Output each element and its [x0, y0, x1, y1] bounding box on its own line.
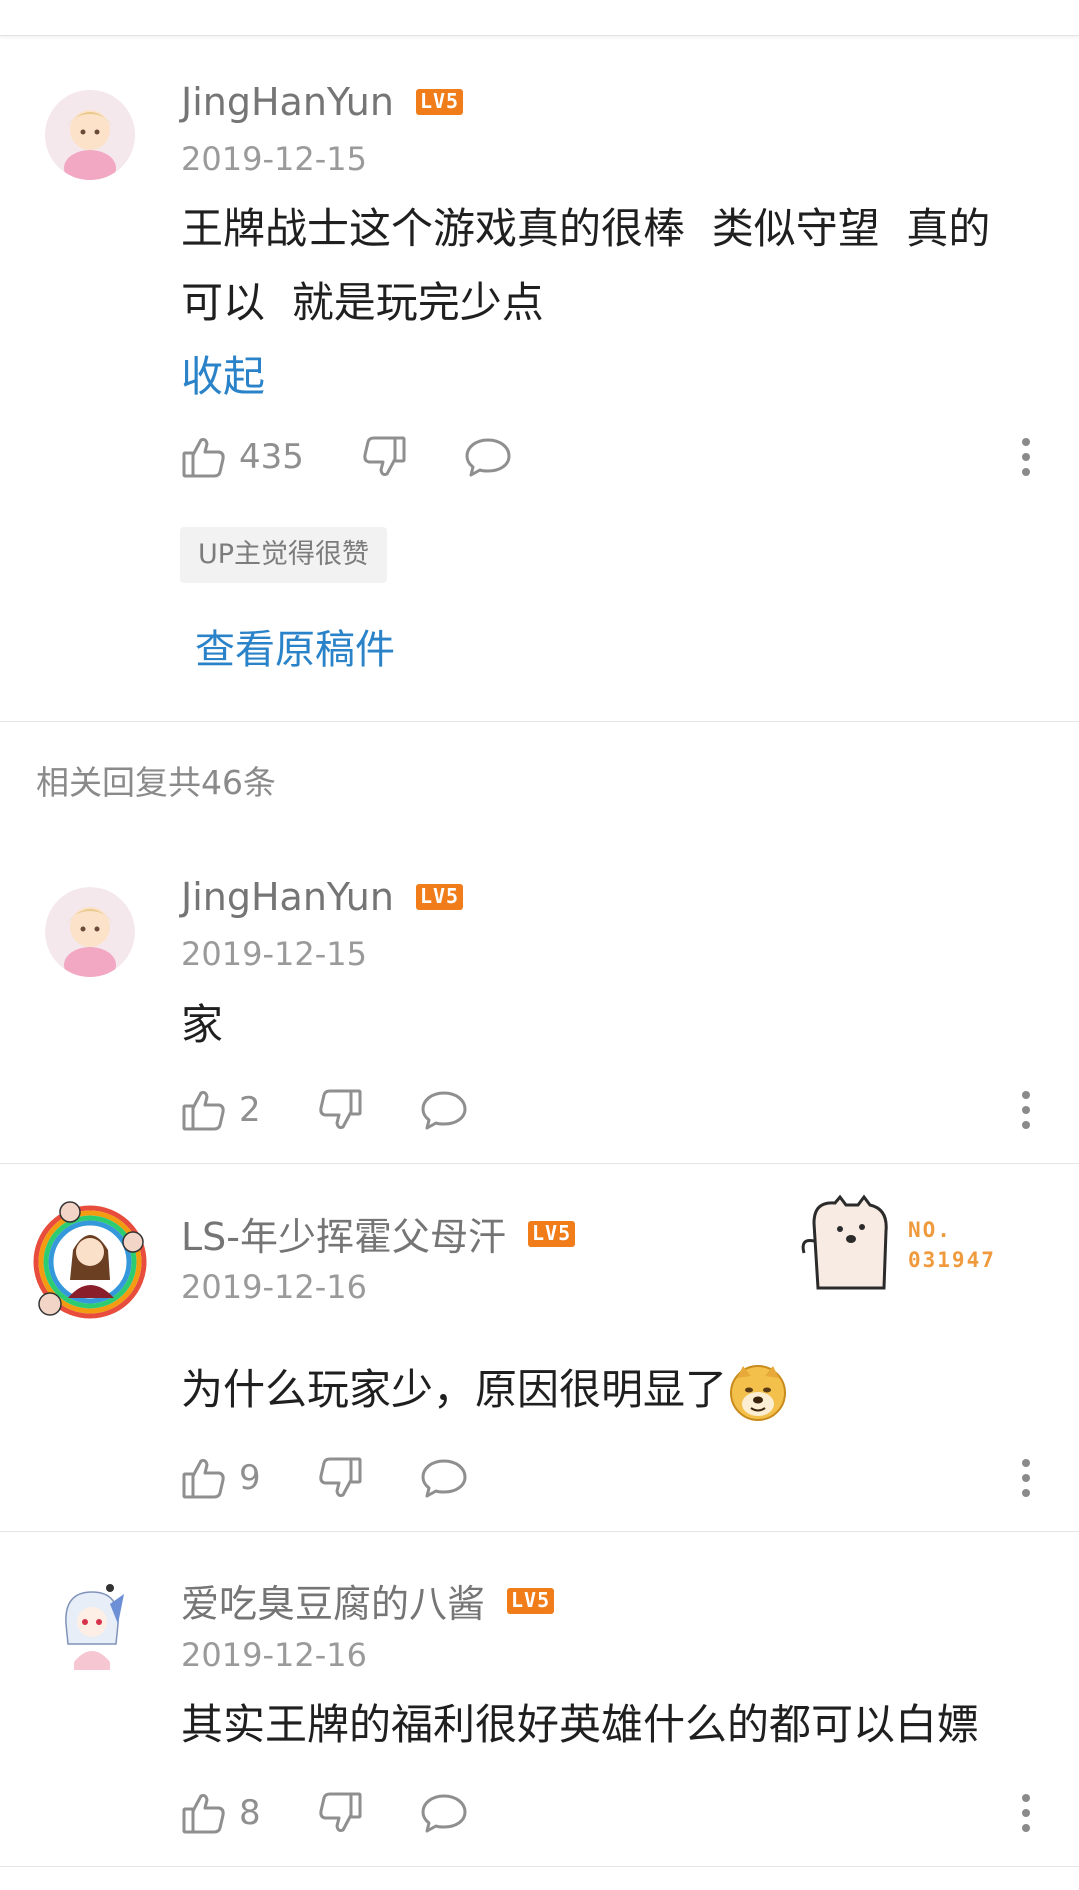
decoration-number: NO. 031947 — [908, 1215, 996, 1275]
avatar[interactable] — [45, 90, 135, 180]
up-liked-badge: UP主觉得很赞 — [180, 527, 388, 583]
username[interactable]: JingHanYun LV5 — [181, 875, 464, 919]
like-count: 8 — [239, 1793, 261, 1833]
dislike-button[interactable] — [317, 1783, 363, 1843]
reply-button[interactable] — [420, 1448, 468, 1508]
more-vertical-icon — [1022, 1459, 1030, 1497]
thumbs-down-icon — [319, 1089, 362, 1129]
like-button[interactable]: 9 — [181, 1448, 261, 1508]
collapse-link[interactable]: 收起 — [181, 343, 265, 404]
thumbs-down-icon — [319, 1792, 362, 1832]
comment-date: 2019-12-15 — [181, 140, 367, 178]
reply-button[interactable] — [464, 427, 512, 487]
comment-text: 其实王牌的福利很好英雄什么的都可以白嫖 — [181, 1700, 980, 1749]
comment-bubble-icon — [465, 438, 511, 477]
doge-emoji-icon — [729, 1364, 787, 1422]
username[interactable]: 爱吃臭豆腐的八酱 LV5 — [181, 1573, 555, 1628]
decoration-card: NO. 031947 — [800, 1193, 1030, 1303]
divider — [0, 1866, 1079, 1867]
comment-bubble-icon — [421, 1794, 467, 1833]
level-badge: LV5 — [507, 1587, 555, 1614]
level-badge: LV5 — [415, 884, 464, 910]
more-button[interactable] — [1011, 1080, 1041, 1140]
reply-button[interactable] — [420, 1783, 468, 1843]
cat-mascot-icon — [801, 1194, 888, 1290]
comment-text: 为什么玩家少，原因很明显了 — [181, 1353, 1041, 1427]
comment-actions: 2 — [181, 1080, 1041, 1140]
username[interactable]: JingHanYun LV5 — [181, 80, 464, 124]
more-vertical-icon — [1022, 438, 1030, 476]
comment-bubble-icon — [421, 1091, 467, 1130]
comment-date: 2019-12-16 — [181, 1636, 367, 1674]
thumbs-up-icon — [182, 1091, 225, 1131]
decoration-no-label: NO. — [908, 1218, 952, 1242]
comment-date: 2019-12-15 — [181, 935, 367, 973]
decoration-no-value: 031947 — [908, 1248, 996, 1272]
more-button[interactable] — [1011, 1783, 1041, 1843]
thumbs-down-icon — [319, 1457, 362, 1497]
more-vertical-icon — [1022, 1091, 1030, 1129]
username-text[interactable]: LS-年少挥霍父母汗 — [181, 1206, 506, 1261]
more-button[interactable] — [1011, 1448, 1041, 1508]
like-count: 2 — [239, 1090, 261, 1130]
comment-text-content: 为什么玩家少，原因很明显了 — [181, 1365, 728, 1414]
view-source-link[interactable]: 查看原稿件 — [195, 617, 395, 675]
avatar[interactable] — [45, 887, 135, 977]
comment-text: 王牌战士这个游戏真的很棒 类似守望 真的 可以 就是玩完少点 — [181, 192, 1041, 340]
reply-button[interactable] — [420, 1080, 468, 1140]
avatar[interactable] — [52, 1584, 132, 1676]
thumbs-down-icon — [363, 436, 406, 476]
thumbs-up-icon — [182, 1459, 225, 1499]
comment-actions: 8 — [181, 1783, 1041, 1843]
comment-bubble-icon — [421, 1459, 467, 1498]
username-text[interactable]: 爱吃臭豆腐的八酱 — [181, 1573, 485, 1628]
comment-actions: 9 — [181, 1448, 1041, 1508]
top-bar — [0, 0, 1079, 36]
reply-count-label: 相关回复共46条 — [36, 763, 276, 802]
comment-text: 家 — [181, 1000, 224, 1049]
username-text[interactable]: JingHanYun — [181, 80, 394, 124]
username-text[interactable]: JingHanYun — [181, 875, 394, 919]
level-badge: LV5 — [415, 89, 464, 115]
divider — [0, 1531, 1079, 1532]
comment-date: 2019-12-16 — [181, 1268, 367, 1306]
thumbs-up-icon — [182, 438, 225, 478]
like-count: 435 — [239, 437, 304, 477]
like-button[interactable]: 435 — [181, 427, 304, 487]
level-badge: LV5 — [528, 1220, 576, 1247]
more-vertical-icon — [1022, 1794, 1030, 1832]
divider — [0, 721, 1079, 722]
avatar[interactable] — [28, 1200, 153, 1320]
more-button[interactable] — [1011, 427, 1041, 487]
dislike-button[interactable] — [317, 1080, 363, 1140]
like-button[interactable]: 2 — [181, 1080, 261, 1140]
comment-text-line: 可以 就是玩完少点 — [181, 278, 544, 327]
comment-text-line: 王牌战士这个游戏真的很棒 类似守望 真的 — [181, 204, 991, 253]
like-count: 9 — [239, 1458, 261, 1498]
dislike-button[interactable] — [317, 1448, 363, 1508]
username[interactable]: LS-年少挥霍父母汗 LV5 — [181, 1206, 576, 1261]
comment-actions: 435 — [181, 427, 1041, 487]
dislike-button[interactable] — [361, 427, 407, 487]
like-button[interactable]: 8 — [181, 1783, 261, 1843]
thumbs-up-icon — [182, 1794, 225, 1834]
divider — [0, 1163, 1079, 1164]
